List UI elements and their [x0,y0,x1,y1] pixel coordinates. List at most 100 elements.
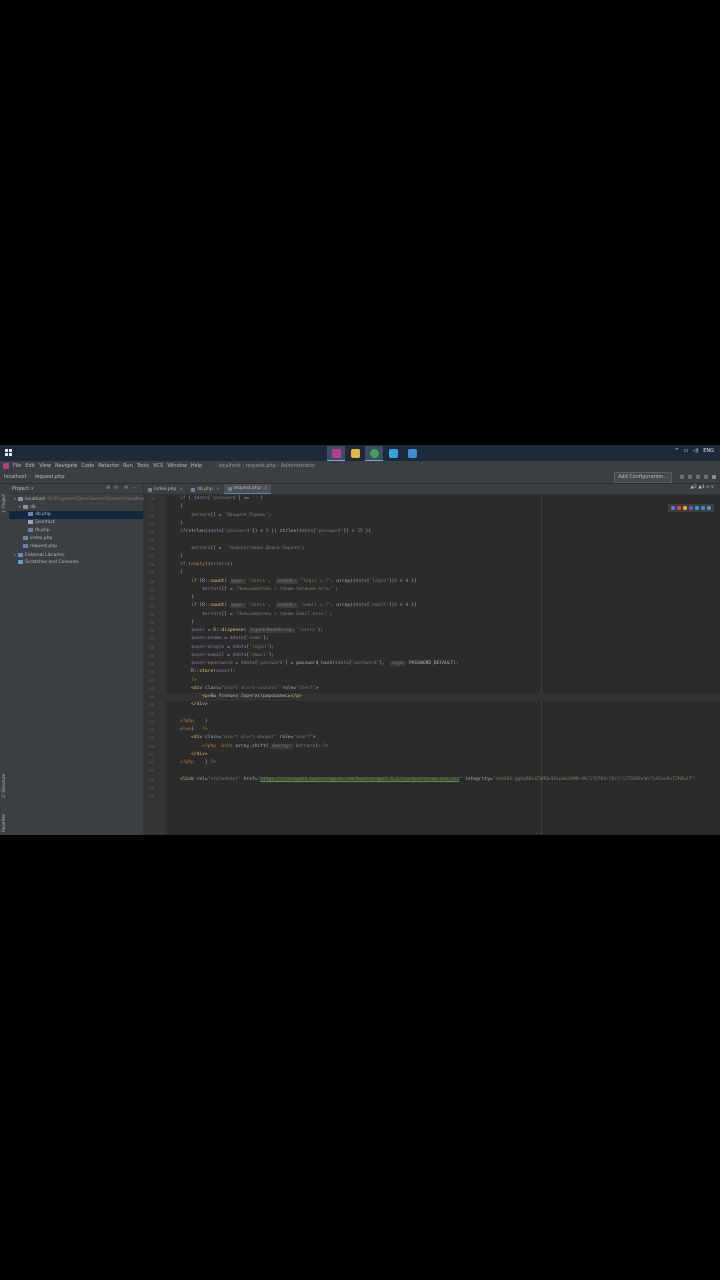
line-number: 37 [149,636,154,642]
code-line: 27} [144,553,720,561]
structure-tool-tab[interactable]: 2: Structure [1,774,6,798]
browser-icon[interactable] [677,506,681,510]
menu-item-refactor[interactable]: Refactor [98,463,119,469]
windows-start-icon[interactable] [5,449,13,457]
menu-item-help[interactable]: Help [191,463,202,469]
browser-icon[interactable] [689,506,693,510]
telegram-taskbar-button[interactable] [384,446,402,460]
menu-item-window[interactable]: Window [167,463,187,469]
project-tool-tab[interactable]: 1: Project [1,494,6,513]
project-panel: Project ▾ ⊕ ≑ ✲ – ▾ localhost D:\Programs\… [9,484,147,835]
line-number: 26 [149,545,154,551]
network-icon[interactable]: ▭ [684,448,689,454]
code-text: <?php } [180,718,208,724]
line-number: 20 [149,496,154,501]
menu-item-edit[interactable]: Edit [25,463,35,469]
tree-item[interactable]: rb.php [9,527,143,535]
phpstorm-taskbar-button[interactable] [327,446,345,461]
line-number: 28 [149,562,154,567]
browser-icon[interactable] [695,506,699,510]
coverage-icon[interactable] [696,475,700,479]
tree-item[interactable]: ▾ db [9,503,143,511]
php-file-icon [28,511,33,516]
project-tree: ▾ localhost D:\Programs\OpenServer\domains… [9,494,147,567]
php-file-icon [23,535,28,540]
add-configuration-button[interactable]: Add Configuration... [614,472,672,483]
stop-icon[interactable] [704,475,708,479]
tree-item[interactable]: ▸ External Libraries [9,551,143,559]
code-line: 53 [144,767,720,775]
lib-file-icon [18,552,23,557]
code-line: 32 } [144,594,720,602]
editor-tabs: index.php × db.php × request.php × [144,484,720,495]
tree-item[interactable]: Scontact [9,519,143,527]
tab-index-php[interactable]: index.php × [144,485,187,494]
language-indicator[interactable]: ENG [703,448,714,454]
breadcrumb-project[interactable]: localhost [4,474,26,480]
code-line: 36 $user = R::dispense( typeOrBeanArray:… [144,627,720,635]
search-everywhere-icon[interactable] [712,475,716,479]
code-line: 31 $errors[] = 'Пользователь с таким лог… [144,586,720,594]
line-number: 30 [149,578,154,584]
tab-request-php[interactable]: request.php × [223,484,272,494]
close-tab-icon[interactable]: × [216,487,220,492]
tab-db-php[interactable]: db.php × [187,485,224,494]
code-text: if (R::count( type: 'users', addSQL: "em… [191,603,417,609]
breadcrumb-file[interactable]: request.php [34,474,64,480]
line-number: 29 [149,570,154,576]
code-text: <?php echo array_shift( &array: $errors)… [202,743,329,749]
close-tab-icon[interactable]: × [264,486,268,491]
tray-chevron-icon[interactable]: ^ [675,448,679,454]
tree-item[interactable]: request.php [9,543,143,551]
code-text: $user->name = $data['name']; [191,636,269,642]
menu-item-run[interactable]: Run [123,463,133,469]
debug-icon[interactable] [688,475,692,479]
browser-icon[interactable] [671,506,675,510]
menu-item-tools[interactable]: Tools [137,463,149,469]
browser-icon[interactable] [701,506,705,510]
code-text: </div> [191,751,208,757]
code-text: } [180,553,183,559]
line-number: 33 [149,603,154,609]
code-text: <p>Вы Успешно Зарегистрировались</p> [202,694,302,699]
line-number: 27 [149,553,154,559]
close-tab-icon[interactable]: × [179,487,183,492]
store-taskbar-button[interactable] [403,446,421,460]
code-area[interactable]: 20 if ( $data['password'] == '' ) 21 {22 $e… [144,495,720,835]
tree-item[interactable]: ▾ localhost D:\Programs\OpenServer\domains… [9,495,147,503]
collapse-all-icon[interactable]: ≑ [114,486,119,491]
menu-item-vcs[interactable]: VCS [153,463,163,469]
favorites-tool-tab[interactable]: Favorites [1,814,6,832]
tree-item[interactable]: index.php [9,535,143,543]
gear-icon[interactable]: ✲ [124,486,129,491]
menu-item-view[interactable]: View [39,463,51,469]
tree-item[interactable]: db.php [9,511,143,519]
line-number: 53 [149,768,154,774]
code-text: } [180,520,183,526]
line-number: 32 [149,595,154,600]
chrome-taskbar-button[interactable] [365,446,383,461]
project-view-dropdown[interactable]: Project [12,486,29,492]
tree-item[interactable]: Scratches and Consoles [9,559,143,567]
file-explorer-taskbar-button[interactable] [346,446,364,460]
hide-panel-icon[interactable]: – [133,486,138,491]
line-number: 35 [149,619,154,625]
browser-icon[interactable] [683,506,687,510]
run-icon[interactable] [680,475,684,479]
browser-icon[interactable] [707,506,711,510]
chrome-icon [369,448,379,458]
locate-icon[interactable]: ⊕ [106,486,111,491]
line-number: 38 [149,644,154,650]
menu-item-file[interactable]: File [13,463,21,469]
menu-item-navigate[interactable]: Navigate [55,463,77,469]
code-text: if(strlen($data['password']) < 5 || strl… [180,529,372,534]
code-line: 48 else{ ?> [144,726,720,734]
menu-item-code[interactable]: Code [81,463,94,469]
code-text: $user = R::dispense( typeOrBeanArray: 'u… [191,628,324,633]
tree-item-label: External Libraries [25,553,65,558]
inspection-indicators[interactable]: ▲2 ▲4 ∧ ∨ [690,485,714,490]
php-file-icon [148,487,152,492]
chevron-down-icon[interactable]: ▾ [31,486,34,492]
breadcrumb-separator-icon: › [29,474,32,480]
volume-icon[interactable]: ◁) [693,448,699,454]
